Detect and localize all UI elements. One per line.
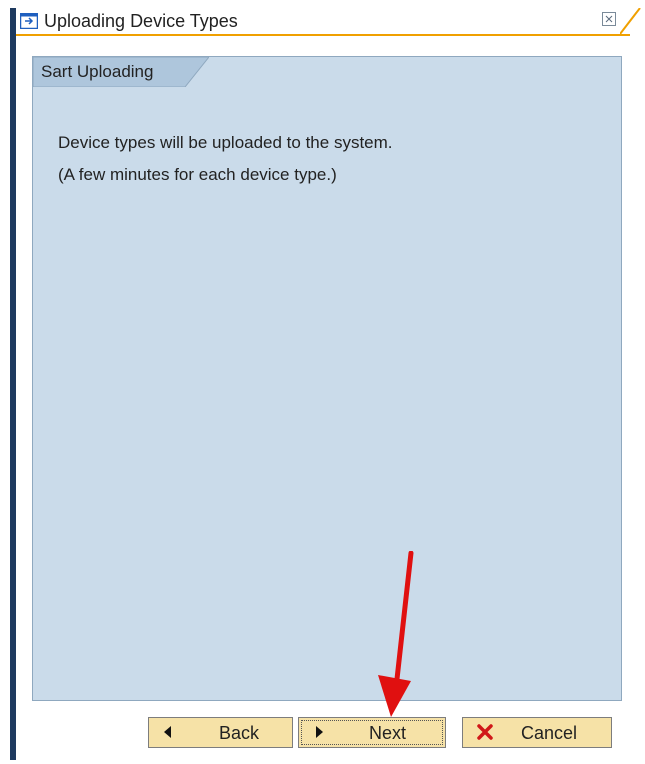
- back-arrow-icon: [164, 726, 171, 738]
- next-arrow-icon: [316, 726, 323, 738]
- title-bar: Uploading Device Types: [16, 8, 630, 36]
- back-button[interactable]: Back: [148, 717, 293, 748]
- cancel-button[interactable]: Cancel: [462, 717, 612, 748]
- upload-dialog: Uploading Device Types Sart Uploading De…: [10, 8, 641, 760]
- title-bar-corner: [620, 8, 641, 35]
- cancel-button-label: Cancel: [521, 723, 578, 743]
- tab-label: Sart Uploading: [41, 62, 154, 81]
- red-pointer-arrow: [378, 551, 414, 717]
- window-left-rail: [10, 8, 16, 760]
- dialog-title: Uploading Device Types: [44, 11, 238, 31]
- close-button[interactable]: [602, 12, 616, 26]
- content-panel: Sart Uploading Device types will be uplo…: [32, 56, 622, 701]
- close-icon: [605, 15, 613, 23]
- next-button[interactable]: Next: [298, 717, 446, 748]
- info-message-note: (A few minutes for each device type.): [58, 165, 337, 184]
- dialog-window-icon: [20, 13, 38, 29]
- back-button-label: Back: [219, 723, 260, 743]
- info-message: Device types will be uploaded to the sys…: [58, 133, 393, 152]
- cancel-x-icon: [477, 724, 493, 740]
- next-button-label: Next: [369, 723, 407, 743]
